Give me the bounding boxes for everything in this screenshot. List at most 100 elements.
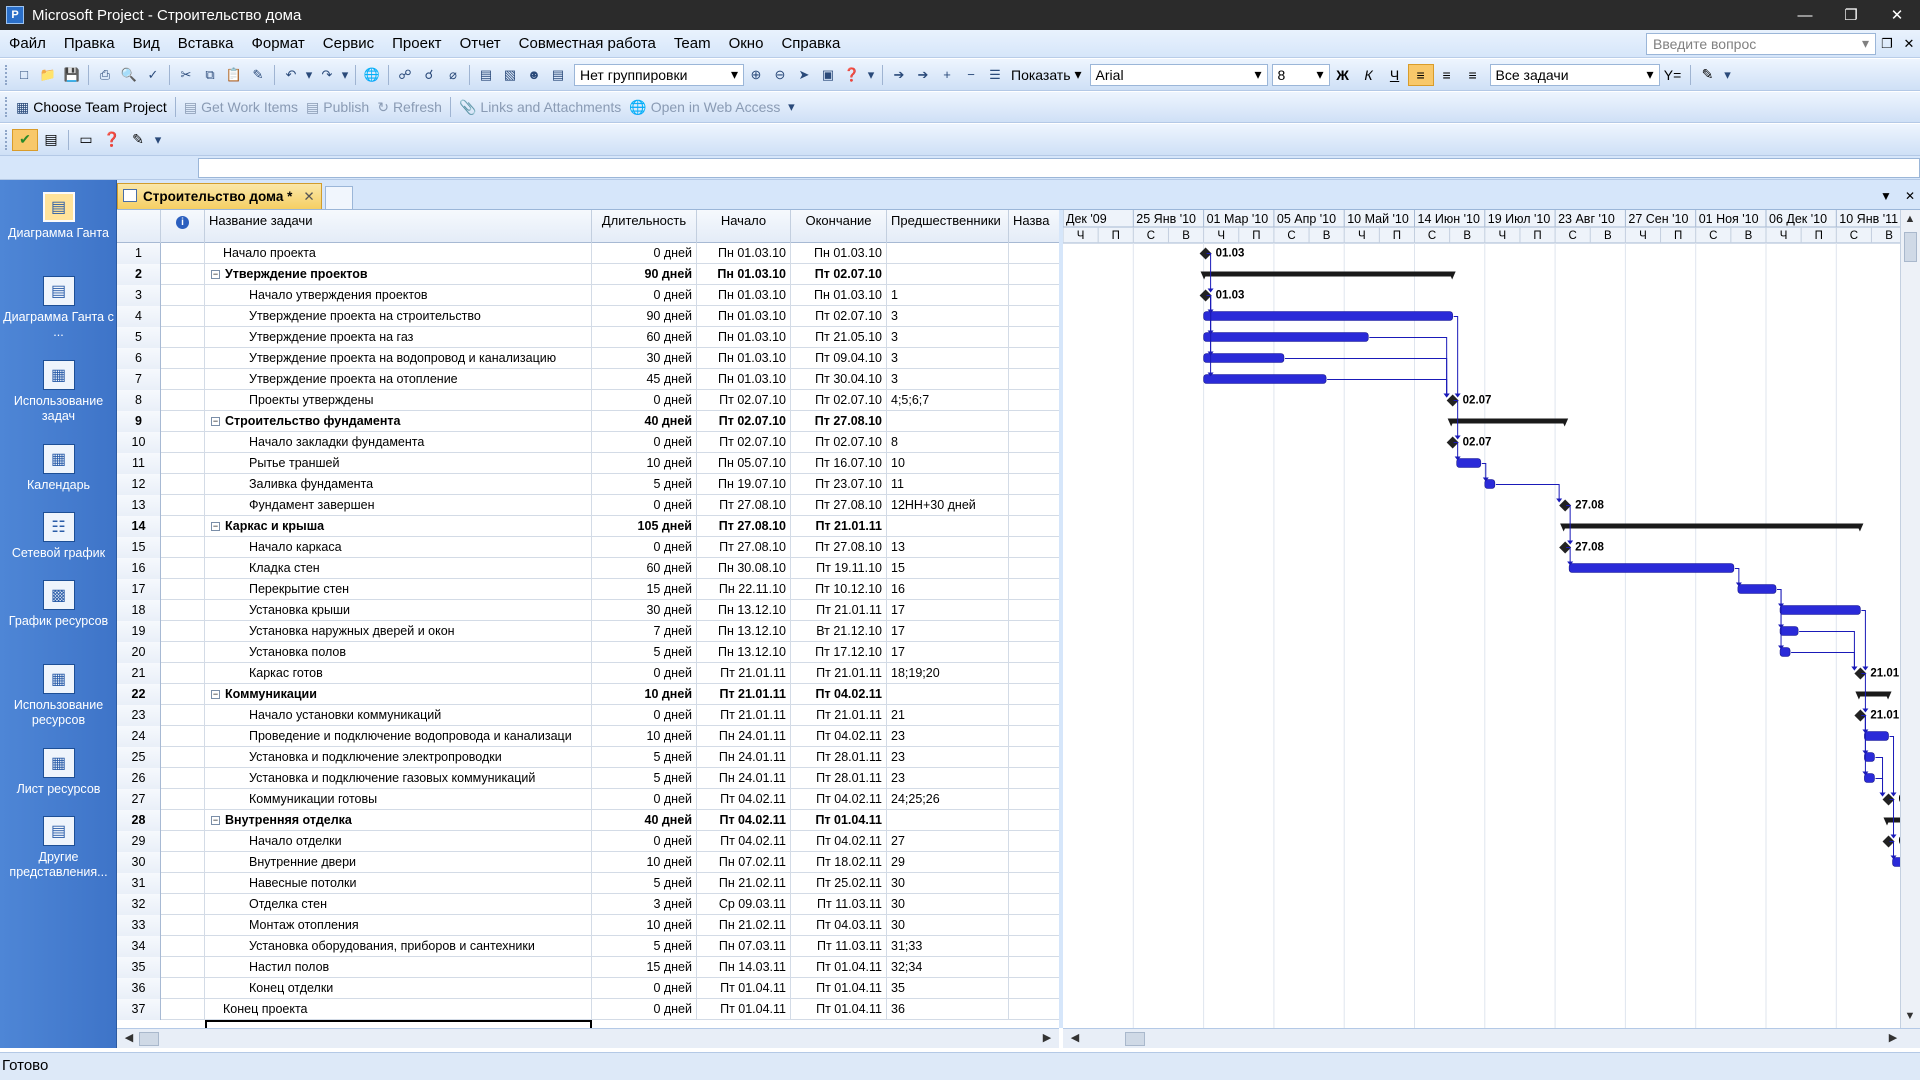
view-gantt-chart[interactable]: ▤ Диаграмма Ганта	[0, 192, 117, 241]
task-info-icon[interactable]: ▤	[474, 64, 498, 86]
mdi-restore-icon[interactable]: ❐	[1876, 36, 1898, 52]
row-number-cell[interactable]: 2	[117, 264, 161, 285]
table-row[interactable]: 35 Настил полов 15 дней Пн 14.03.11 Пт 01.04…	[117, 957, 1059, 978]
format-painter-icon[interactable]: ✎	[246, 64, 270, 86]
scroll-to-task-icon[interactable]: ➤	[792, 64, 816, 86]
menu-file[interactable]: Файл	[0, 35, 55, 52]
toolbar-grip[interactable]	[5, 64, 9, 85]
sheet-horizontal-scrollbar[interactable]: ◀ ▶	[117, 1028, 1059, 1048]
header-resource-names[interactable]: Назва	[1009, 210, 1059, 243]
undo-icon[interactable]: ↶	[279, 64, 303, 86]
new-tab-button[interactable]	[325, 186, 353, 209]
row-number-cell[interactable]: 20	[117, 642, 161, 663]
table-row[interactable]: 21 Каркас готов 0 дней Пт 21.01.11 Пт 21.01.…	[117, 663, 1059, 684]
table-row[interactable]: 4 Утверждение проекта на строительство 90 …	[117, 306, 1059, 327]
task-notes-icon[interactable]: ▧	[498, 64, 522, 86]
row-number-cell[interactable]: 27	[117, 789, 161, 810]
table-row[interactable]: 28− Внутренняя отделка 40 дней Пт 04.02.11 П…	[117, 810, 1059, 831]
copy-icon[interactable]: ⧉	[198, 64, 222, 86]
vertical-scroll-thumb[interactable]	[1904, 232, 1917, 262]
edit-note-icon[interactable]: ✎	[125, 129, 151, 151]
toolbar-grip[interactable]	[5, 97, 9, 117]
row-number-cell[interactable]: 13	[117, 495, 161, 516]
link-tasks-icon[interactable]: ☍	[393, 64, 417, 86]
chevron-down-icon[interactable]: ▾	[1862, 35, 1869, 52]
choose-team-project-button[interactable]: ▦ Choose Team Project	[12, 99, 171, 116]
minimize-icon[interactable]: —	[1782, 0, 1828, 30]
gantt-wizard-icon[interactable]: ✎	[1695, 64, 1721, 86]
page-setup-icon[interactable]: ▤	[38, 129, 64, 151]
menu-report[interactable]: Отчет	[451, 35, 510, 52]
row-number-cell[interactable]: 12	[117, 474, 161, 495]
view-more-views[interactable]: ▤ Другие представления...	[0, 816, 117, 880]
header-predecessors[interactable]: Предшественники	[887, 210, 1009, 243]
table-row[interactable]: 2− Утверждение проектов 90 дней Пн 01.03.10…	[117, 264, 1059, 285]
arrow-left-icon[interactable]: ➔	[887, 64, 911, 86]
view-resource-usage[interactable]: ▦ Использование ресурсов	[0, 664, 117, 728]
table-row[interactable]: 13 Фундамент завершен 0 дней Пт 27.08.10 Пт …	[117, 495, 1059, 516]
table-row[interactable]: 12 Заливка фундамента 5 дней Пн 19.07.10 Пт …	[117, 474, 1059, 495]
paste-icon[interactable]: 📋	[222, 64, 246, 86]
restore-icon[interactable]: ❐	[1828, 0, 1874, 30]
zoom-out-icon[interactable]: ⊖	[768, 64, 792, 86]
table-row[interactable]: 20 Установка полов 5 дней Пн 13.12.10 Пт 17.…	[117, 642, 1059, 663]
table-row[interactable]: 32 Отделка стен 3 дней Ср 09.03.11 Пт 11.03.…	[117, 894, 1059, 915]
table-row[interactable]: 5 Утверждение проекта на газ 60 дней Пн 01.…	[117, 327, 1059, 348]
table-row[interactable]: 25 Установка и подключение электропроводк…	[117, 747, 1059, 768]
menu-project[interactable]: Проект	[383, 35, 450, 52]
header-task-name[interactable]: Название задачи	[205, 210, 592, 243]
save-icon[interactable]: 💾	[60, 64, 84, 86]
row-number-cell[interactable]: 32	[117, 894, 161, 915]
help-icon[interactable]: ❓	[840, 64, 864, 86]
row-number-cell[interactable]: 6	[117, 348, 161, 369]
row-number-cell[interactable]: 30	[117, 852, 161, 873]
row-number-cell[interactable]: 8	[117, 390, 161, 411]
table-row[interactable]: 8 Проекты утверждены 0 дней Пт 02.07.10 Пт 0…	[117, 390, 1059, 411]
collapse-icon[interactable]: −	[211, 417, 220, 427]
table-row[interactable]: 23 Начало установки коммуникаций 0 дней Пт …	[117, 705, 1059, 726]
scroll-up-icon[interactable]: ▲	[1902, 213, 1918, 229]
refresh-button[interactable]: ↻ Refresh	[373, 99, 446, 116]
get-work-items-button[interactable]: ▤ Get Work Items	[180, 99, 302, 116]
table-row[interactable]: 30 Внутренние двери 10 дней Пн 07.02.11 Пт 1…	[117, 852, 1059, 873]
view-resource-sheet[interactable]: ▦ Лист ресурсов	[0, 748, 117, 797]
table-row[interactable]: 15 Начало каркаса 0 дней Пт 27.08.10 Пт 27.0…	[117, 537, 1059, 558]
row-number-cell[interactable]: 28	[117, 810, 161, 831]
toolbar-options-icon[interactable]: ▾	[864, 64, 878, 86]
open-web-access-button[interactable]: 🌐 Open in Web Access	[625, 99, 784, 116]
header-start[interactable]: Начало	[697, 210, 791, 243]
menu-edit[interactable]: Правка	[55, 35, 124, 52]
align-right-icon[interactable]: ≡	[1460, 64, 1486, 86]
view-task-usage[interactable]: ▦ Использование задач	[0, 360, 117, 424]
menu-view[interactable]: Вид	[124, 35, 169, 52]
copy-picture-icon[interactable]: ▣	[816, 64, 840, 86]
table-row[interactable]: 7 Утверждение проекта на отопление 45 дней…	[117, 369, 1059, 390]
bold-button[interactable]: Ж	[1330, 64, 1356, 86]
row-number-cell[interactable]: 33	[117, 915, 161, 936]
ask-question-input[interactable]: Введите вопрос ▾	[1646, 32, 1876, 55]
table-row[interactable]: 26 Установка и подключение газовых коммун…	[117, 768, 1059, 789]
gantt-horizontal-scrollbar[interactable]: ◀ ▶	[1063, 1028, 1920, 1048]
table-row[interactable]: 11 Рытье траншей 10 дней Пн 05.07.10 Пт 16.0…	[117, 453, 1059, 474]
row-number-cell[interactable]: 10	[117, 432, 161, 453]
table-row[interactable]: 34 Установка оборудования, приборов и сан…	[117, 936, 1059, 957]
hyperlink-icon[interactable]: 🌐	[360, 64, 384, 86]
collapse-icon[interactable]: −	[211, 816, 220, 826]
header-row-number[interactable]	[117, 210, 161, 243]
toolbar-options-icon[interactable]: ▾	[784, 96, 798, 118]
align-left-icon[interactable]: ≡	[1407, 63, 1434, 86]
toolbar-options-icon[interactable]: ▾	[151, 129, 165, 151]
split-task-icon[interactable]: ⌀	[441, 64, 465, 86]
row-number-cell[interactable]: 34	[117, 936, 161, 957]
row-number-cell[interactable]: 9	[117, 411, 161, 432]
scroll-left-icon[interactable]: ◀	[121, 1031, 137, 1047]
entry-field[interactable]	[198, 158, 1920, 178]
scroll-down-icon[interactable]: ▼	[1902, 1010, 1918, 1026]
row-number-cell[interactable]: 11	[117, 453, 161, 474]
header-duration[interactable]: Длительность	[592, 210, 697, 243]
plus-icon[interactable]: +	[935, 64, 959, 86]
autofilter-icon[interactable]: Y=	[1660, 64, 1686, 86]
row-number-cell[interactable]: 14	[117, 516, 161, 537]
menu-collaborate[interactable]: Совместная работа	[510, 35, 665, 52]
zoom-in-icon[interactable]: ⊕	[744, 64, 768, 86]
